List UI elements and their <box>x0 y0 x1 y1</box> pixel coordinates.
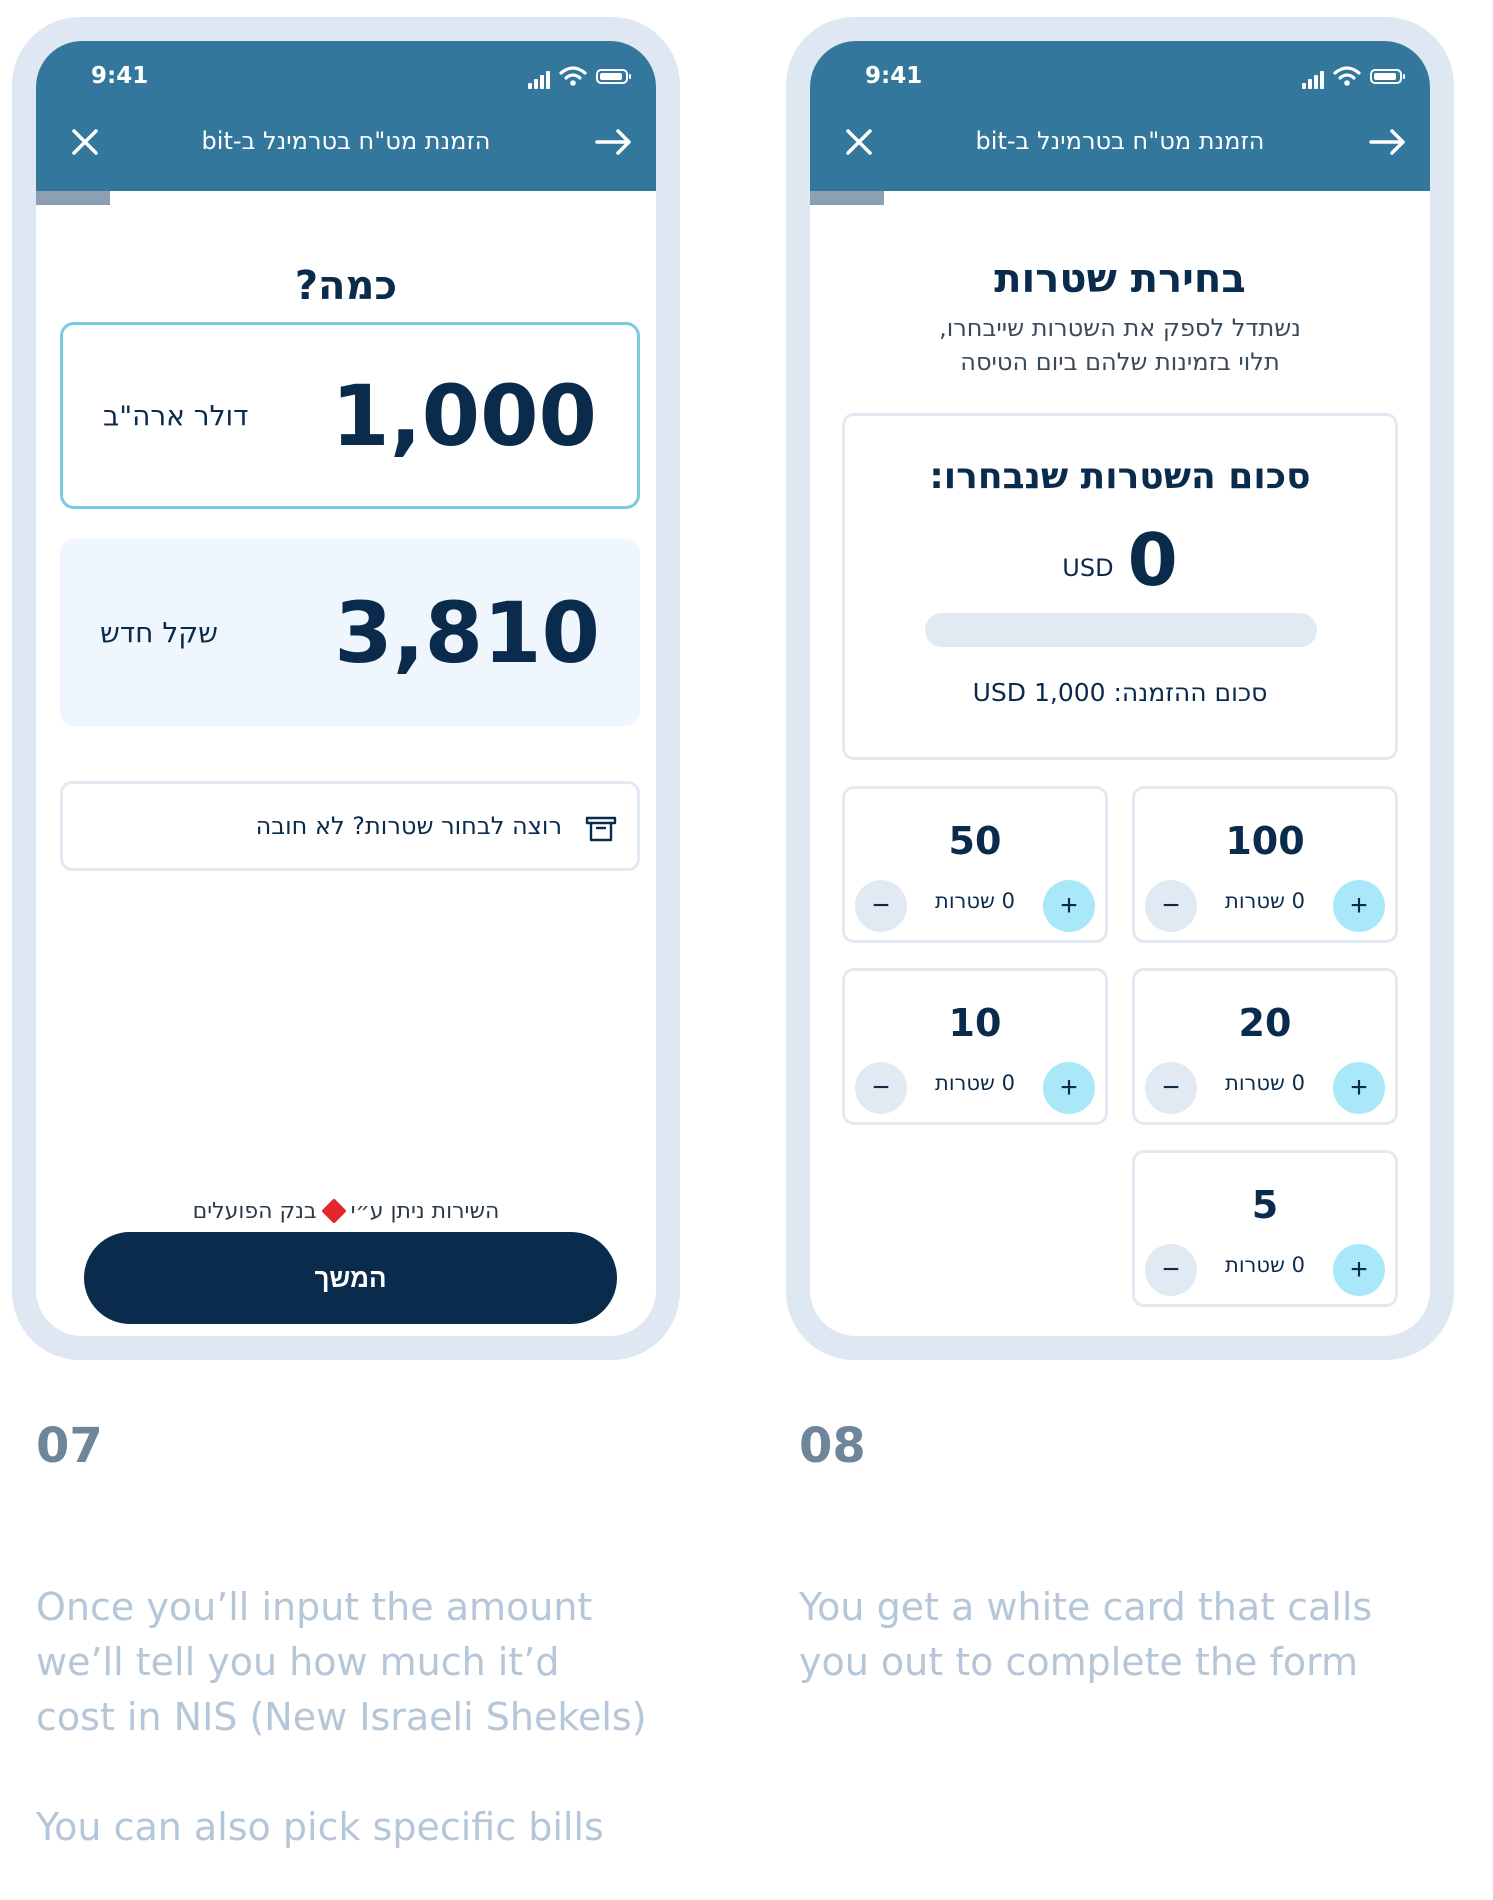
progress-remaining <box>36 191 111 205</box>
nav-title: הזמנת מט"ח בטרמינל ב-bit <box>201 127 491 155</box>
banknote-icon <box>585 816 617 842</box>
summary-title: סכום השטרות שנבחרו: <box>929 456 1311 497</box>
service-provider-note: השירות ניתן ע״י בנק הפועלים <box>96 1191 596 1231</box>
bill-denomination: 20 <box>1238 1001 1292 1045</box>
signal-icon <box>1302 67 1332 89</box>
wifi-icon <box>1333 66 1361 86</box>
usd-amount-value[interactable]: 1,000 <box>331 367 597 465</box>
battery-icon <box>596 69 631 84</box>
bill-card-50: 50 − 0 שטרות + <box>842 786 1108 943</box>
back-arrow-icon[interactable] <box>1368 127 1408 157</box>
increase-button[interactable]: + <box>1333 1244 1385 1296</box>
progress-bar <box>810 191 1430 205</box>
caption-line: You get a white card that calls <box>799 1585 1373 1629</box>
caption-line: Once you’ll input the amount <box>36 1585 593 1629</box>
provider-bank-name: בנק הפועלים <box>192 1198 317 1224</box>
bill-card-100: 100 − 0 שטרות + <box>1132 786 1398 943</box>
phone-screen: 9:41 הזמנת מט"ח בטרמינל ב-bit בחירת שטרו… <box>810 41 1430 1336</box>
bill-card-5: 5 − 0 שטרות + <box>1132 1150 1398 1307</box>
summary-currency: USD <box>1062 554 1114 582</box>
phone-screen: 9:41 הזמנת מט"ח בטרמינל ב-bit כמה? 1,000… <box>36 41 656 1336</box>
page-title: בחירת שטרות <box>994 256 1246 302</box>
continue-button[interactable]: המשך <box>84 1232 617 1324</box>
summary-total: USD 0 <box>845 524 1395 596</box>
phone-frame-step-07: 9:41 הזמנת מט"ח בטרמינל ב-bit כמה? 1,000… <box>12 17 680 1360</box>
increase-button[interactable]: + <box>1043 1062 1095 1114</box>
increase-button[interactable]: + <box>1043 880 1095 932</box>
subtitle-line-1: נשתדל לספק את השטרות שייבחרו, <box>939 314 1301 342</box>
close-icon[interactable] <box>844 127 874 157</box>
choose-bills-button[interactable]: רוצה לבחור שטרות? לא חובה <box>60 781 640 871</box>
summary-progress-bar <box>925 613 1317 647</box>
caption-line: we’ll tell you how much it’d <box>36 1640 560 1684</box>
bill-denomination: 100 <box>1225 819 1305 863</box>
nis-currency-label: שקל חדש <box>100 616 218 649</box>
usd-currency-label: דולר ארה"ב <box>103 399 249 432</box>
progress-bar <box>36 191 656 205</box>
app-header: 9:41 הזמנת מט"ח בטרמינל ב-bit <box>810 41 1430 191</box>
status-time: 9:41 <box>91 63 149 89</box>
caption-step-08: You get a white card that calls you out … <box>799 1580 1479 1690</box>
close-icon[interactable] <box>70 127 100 157</box>
caption-line: you out to complete the form <box>799 1640 1359 1684</box>
caption-line: You can also pick specific bills <box>36 1805 604 1849</box>
nav-title: הזמנת מט"ח בטרמינל ב-bit <box>975 127 1265 155</box>
caption-line: cost in NIS (New Israeli Shekels) <box>36 1695 647 1739</box>
bill-card-20: 20 − 0 שטרות + <box>1132 968 1398 1125</box>
battery-icon <box>1370 69 1405 84</box>
app-header: 9:41 הזמנת מט"ח בטרמינל ב-bit <box>36 41 656 191</box>
selected-bills-summary-card: סכום השטרות שנבחרו: USD 0 סכום ההזמנה: 1… <box>842 413 1398 760</box>
bank-logo-icon <box>320 1198 347 1224</box>
increase-button[interactable]: + <box>1333 1062 1385 1114</box>
wifi-icon <box>559 66 587 86</box>
bill-denomination: 10 <box>948 1001 1002 1045</box>
phone-frame-step-08: 9:41 הזמנת מט"ח בטרמינל ב-bit בחירת שטרו… <box>786 17 1454 1360</box>
progress-remaining <box>810 191 885 205</box>
step-number-08: 08 <box>799 1418 866 1474</box>
back-arrow-icon[interactable] <box>594 127 634 157</box>
step-number-07: 07 <box>36 1418 103 1474</box>
summary-value: 0 <box>1127 518 1178 602</box>
bill-denomination: 50 <box>948 819 1002 863</box>
provider-prefix: השירות ניתן ע״י <box>350 1198 500 1224</box>
nis-amount-field: 3,810 שקל חדש <box>60 539 640 726</box>
usd-amount-field[interactable]: 1,000 דולר ארה"ב <box>60 322 640 509</box>
order-amount-label: סכום ההזמנה: 1,000 USD <box>972 678 1268 707</box>
choose-bills-label: רוצה לבחור שטרות? לא חובה <box>255 812 562 840</box>
bill-card-10: 10 − 0 שטרות + <box>842 968 1108 1125</box>
subtitle-line-2: תלוי בזמינות שלהם ביום הטיסה <box>960 348 1280 376</box>
caption-step-07: Once you’ll input the amount we’ll tell … <box>36 1580 756 1855</box>
signal-icon <box>528 67 558 89</box>
increase-button[interactable]: + <box>1333 880 1385 932</box>
nis-amount-value: 3,810 <box>334 583 600 682</box>
page-title: כמה? <box>294 263 398 309</box>
bill-denomination: 5 <box>1251 1183 1279 1227</box>
status-time: 9:41 <box>865 63 923 89</box>
